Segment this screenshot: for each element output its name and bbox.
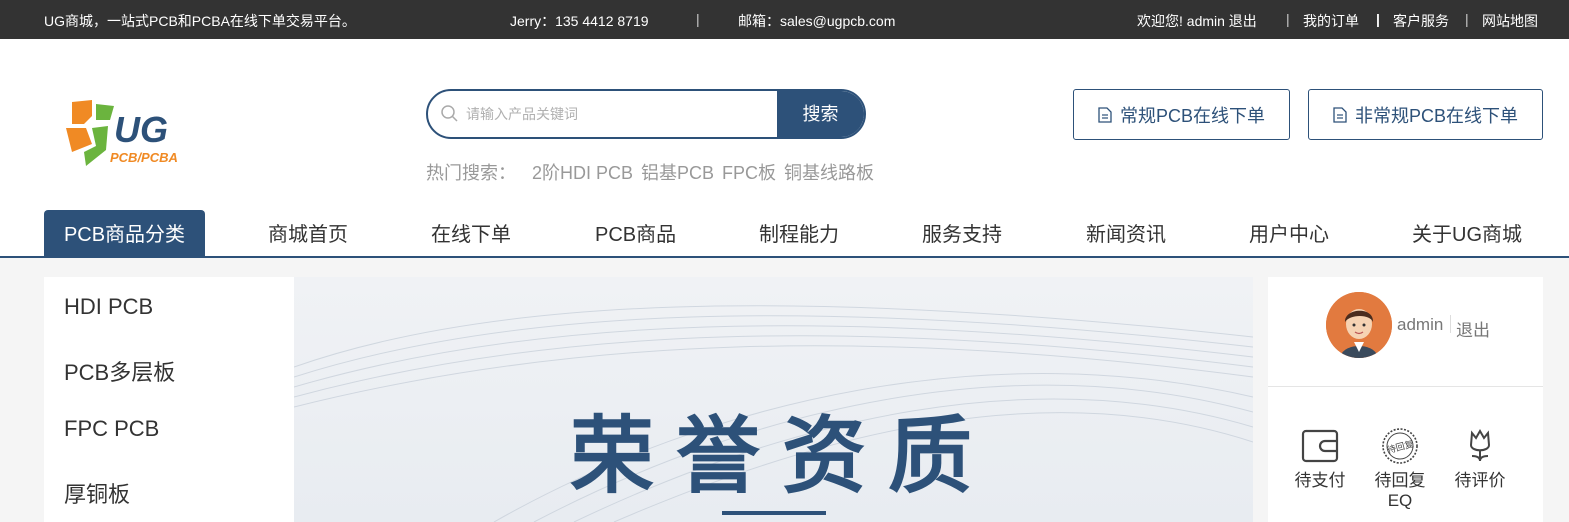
topbar-separator: | — [1465, 11, 1469, 27]
nav-news[interactable]: 新闻资讯 — [1086, 210, 1166, 256]
document-icon — [1333, 106, 1347, 123]
nav-about[interactable]: 关于UG商城 — [1412, 210, 1522, 256]
flower-icon — [1469, 428, 1491, 462]
search-input[interactable] — [466, 91, 778, 137]
customer-service-link[interactable]: 客户服务 — [1393, 11, 1449, 31]
nav-pcb-categories[interactable]: PCB商品分类 — [44, 210, 205, 256]
irregular-pcb-order-label: 非常规PCB在线下单 — [1354, 105, 1518, 126]
search-button[interactable]: 搜索 — [777, 91, 864, 137]
hot-search-term[interactable]: 铜基线路板 — [784, 163, 874, 183]
user-avatar-icon — [1326, 292, 1392, 358]
stamp-icon: 待回复 — [1382, 428, 1418, 464]
my-orders-link[interactable]: 我的订单 — [1303, 11, 1359, 31]
pending-review[interactable]: 待评价 — [1440, 425, 1520, 491]
top-bar: UG商城，一站式PCB和PCBA在线下单交易平台。 Jerry：135 4412… — [0, 0, 1569, 39]
hot-search-term[interactable]: FPC板 — [722, 163, 776, 183]
pending-review-label: 待评价 — [1454, 471, 1506, 490]
category-item[interactable]: FPC PCB — [64, 416, 159, 442]
user-name: admin — [1397, 315, 1444, 334]
regular-pcb-order-button[interactable]: 常规PCB在线下单 — [1073, 89, 1290, 140]
topbar-separator: | — [1376, 11, 1380, 27]
regular-pcb-order-label: 常规PCB在线下单 — [1119, 105, 1265, 126]
nav-home[interactable]: 商城首页 — [268, 210, 348, 256]
pending-payment[interactable]: 待支付 — [1280, 425, 1360, 491]
irregular-pcb-order-button[interactable]: 非常规PCB在线下单 — [1308, 89, 1543, 140]
welcome-logout-link[interactable]: 欢迎您! admin 退出 — [1137, 11, 1257, 31]
site-slogan: UG商城，一站式PCB和PCBA在线下单交易平台。 — [44, 13, 356, 29]
nav-process-capability[interactable]: 制程能力 — [759, 210, 839, 256]
site-logo[interactable]: UG PCB/PCBA — [62, 98, 197, 170]
nav-user-center[interactable]: 用户中心 — [1249, 210, 1329, 256]
contact-phone: Jerry：135 4412 8719 — [510, 13, 649, 29]
panel-divider — [1268, 386, 1543, 387]
avatar — [1326, 292, 1392, 358]
user-panel: admin 退出 待支付 待回复 待回复 EQ 待评价 — [1268, 277, 1543, 522]
contact-email: 邮箱：sales@ugpcb.com — [738, 13, 896, 29]
category-panel: HDI PCB PCB多层板 FPC PCB 厚铜板 — [44, 277, 294, 522]
hot-search-term[interactable]: 铝基PCB — [641, 163, 714, 183]
hot-search-label: 热门搜索： — [426, 163, 516, 183]
nav-pcb-products[interactable]: PCB商品 — [595, 210, 676, 256]
topbar-divider: | — [696, 11, 700, 27]
hero-banner[interactable]: 荣誉资质 — [294, 277, 1253, 522]
document-icon — [1098, 106, 1112, 123]
banner-underline — [722, 511, 826, 515]
category-item[interactable]: 厚铜板 — [64, 477, 130, 509]
category-item[interactable]: HDI PCB — [64, 294, 153, 320]
search-icon — [441, 105, 458, 122]
user-divider — [1450, 315, 1451, 333]
nav-online-order[interactable]: 在线下单 — [431, 210, 511, 256]
pending-payment-label: 待支付 — [1294, 471, 1346, 490]
nav-service-support[interactable]: 服务支持 — [922, 210, 1002, 256]
sitemap-link[interactable]: 网站地图 — [1482, 11, 1538, 31]
pending-reply-label: 待回复 EQ — [1374, 471, 1426, 510]
logo-text: UG — [114, 109, 168, 150]
logo-mark-icon: UG PCB/PCBA — [66, 100, 178, 166]
wallet-icon — [1301, 429, 1339, 463]
pending-reply-eq[interactable]: 待回复 待回复 EQ — [1360, 425, 1440, 511]
logout-link[interactable]: 退出 — [1456, 316, 1490, 341]
main-nav: PCB商品分类 商城首页 在线下单 PCB商品 制程能力 服务支持 新闻资讯 用… — [0, 210, 1569, 258]
logo-subtext: PCB/PCBA — [110, 150, 178, 165]
hot-searches: 热门搜索： 2阶HDI PCB 铝基PCB FPC板 铜基线路板 — [426, 159, 882, 185]
hot-search-term[interactable]: 2阶HDI PCB — [532, 163, 633, 183]
banner-title: 荣誉资质 — [570, 407, 995, 505]
topbar-separator: | — [1286, 11, 1290, 27]
category-item[interactable]: PCB多层板 — [64, 355, 175, 387]
search-box: 搜索 — [426, 89, 866, 139]
